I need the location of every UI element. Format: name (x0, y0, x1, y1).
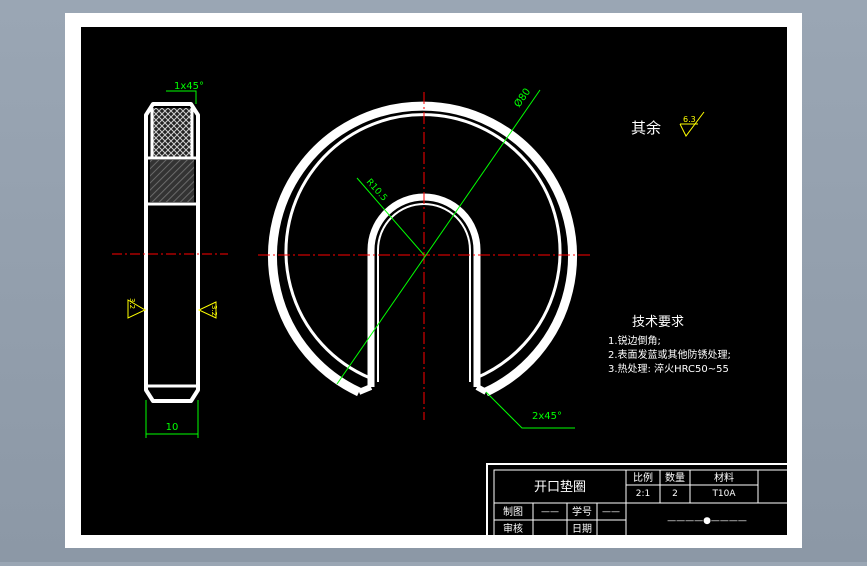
dim-width-text: 10 (166, 422, 179, 433)
roughness-right-text: 3.2 (210, 305, 218, 316)
student-id-value: —— (602, 507, 620, 517)
drawn-label: 制图 (503, 505, 523, 518)
header-qty: 数量 (665, 471, 685, 484)
surface-finish-label: 其余 (631, 119, 661, 137)
cad-viewport[interactable]: 10 1x45° 3.2 3.2 Ø80 R10.5 2x45° 其余 6.3 … (0, 0, 867, 562)
student-id-label: 学号 (572, 505, 592, 518)
checked-label: 审核 (503, 522, 523, 535)
drawing-code: ————●———— (667, 516, 747, 526)
qty-value: 2 (672, 489, 678, 499)
side-hatch-mid (150, 160, 194, 202)
tech-title: 技术要求 (632, 315, 684, 330)
header-scale: 比例 (633, 471, 653, 484)
side-hatch-top (152, 108, 192, 158)
chamfer-top-text: 1x45° (174, 81, 204, 92)
date-label: 日期 (572, 523, 592, 535)
roughness-left-text: 3.2 (128, 298, 136, 309)
tech-item-3: 3.热处理: 淬火HRC50~55 (608, 362, 729, 375)
header-material: 材料 (714, 471, 734, 484)
chamfer-bottom-text: 2x45° (532, 411, 562, 422)
tech-item-2: 2.表面发蓝或其他防锈处理; (608, 348, 731, 361)
material-value: T10A (711, 489, 736, 499)
tech-item-1: 1.锐边倒角; (608, 334, 661, 347)
cad-drawing: 10 1x45° 3.2 3.2 Ø80 R10.5 2x45° 其余 6.3 … (65, 13, 802, 548)
surface-finish-value: 6.3 (683, 115, 696, 124)
part-name: 开口垫圈 (534, 479, 586, 495)
scale-value: 2:1 (636, 489, 650, 499)
drawn-value: —— (541, 507, 559, 517)
